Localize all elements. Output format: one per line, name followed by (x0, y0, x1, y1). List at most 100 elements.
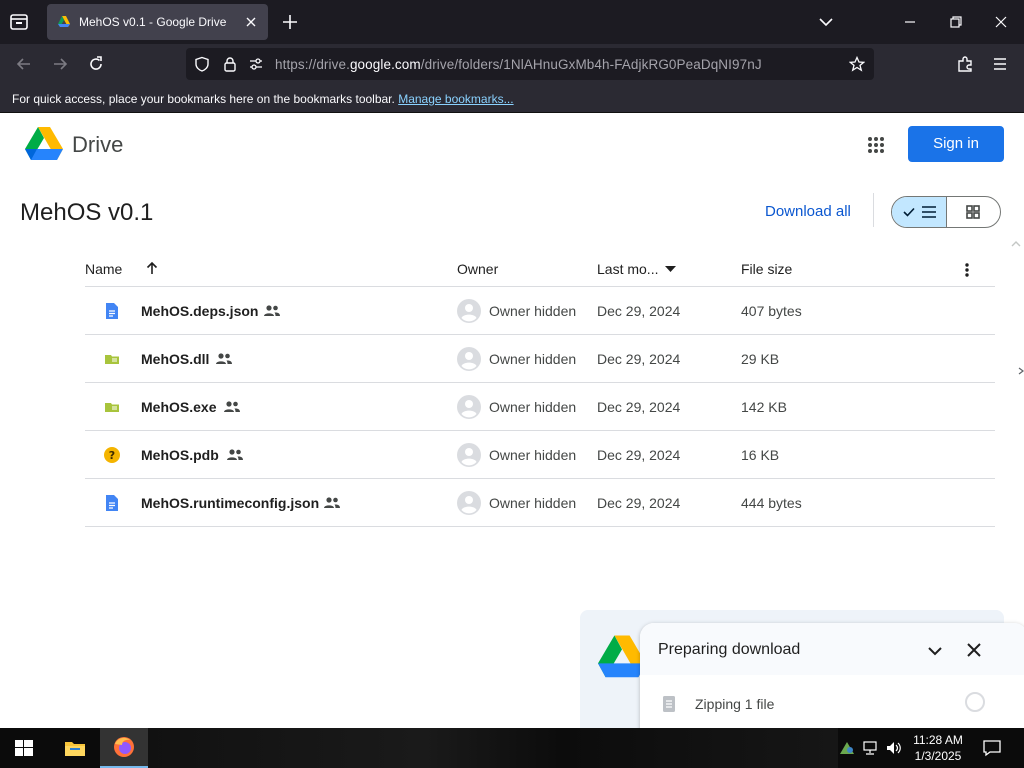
shared-people-icon (216, 353, 232, 364)
taskbar-file-explorer[interactable] (50, 728, 98, 768)
new-tab-icon[interactable] (280, 12, 300, 32)
close-icon[interactable] (965, 641, 983, 659)
url-text[interactable]: https://drive.google.com/drive/folders/1… (275, 57, 762, 72)
firefox-icon (114, 737, 134, 757)
restore-window-icon[interactable] (946, 12, 966, 32)
collapse-chevron-down-icon[interactable] (926, 642, 944, 660)
extensions-puzzle-icon[interactable] (955, 54, 975, 74)
lock-icon[interactable] (222, 56, 238, 72)
file-row[interactable]: MehOS.dll Owner hidden Dec 29, 2024 29 K… (85, 335, 995, 383)
file-name[interactable]: MehOS.runtimeconfig.json (141, 495, 319, 511)
preparing-download-header: Preparing download (640, 623, 1024, 675)
file-row[interactable]: MehOS.runtimeconfig.json Owner hidden De… (85, 479, 995, 527)
tab-title: MehOS v0.1 - Google Drive (79, 15, 227, 29)
google-drive-logo-icon[interactable] (25, 127, 63, 161)
network-user-icon[interactable] (838, 740, 856, 756)
network-icon[interactable] (862, 740, 880, 756)
column-header-name[interactable]: Name (85, 261, 122, 277)
shared-people-icon (264, 305, 280, 316)
notifications-icon[interactable] (982, 739, 1002, 757)
drive-app-name[interactable]: Drive (72, 132, 123, 158)
bookmark-star-icon[interactable] (849, 56, 865, 72)
volume-icon[interactable] (885, 740, 903, 756)
sign-in-button[interactable]: Sign in (908, 126, 1004, 162)
file-name[interactable]: MehOS.dll (141, 351, 209, 367)
scroll-up-arrow-icon[interactable] (1010, 239, 1022, 249)
sort-dropdown-caret-icon[interactable] (665, 266, 676, 273)
permissions-icon[interactable] (248, 56, 264, 72)
list-view-button[interactable] (892, 197, 947, 227)
taskbar-firefox[interactable] (100, 728, 148, 768)
progress-spinner (965, 692, 985, 712)
reload-icon[interactable] (86, 54, 106, 74)
tab-close-icon[interactable] (243, 14, 259, 30)
taskbar-background (148, 728, 838, 768)
column-header-file-size: File size (741, 261, 793, 277)
doc-icon (106, 303, 118, 319)
minimize-window-icon[interactable] (900, 12, 920, 32)
shared-people-icon (227, 449, 243, 460)
clock-date: 1/3/2025 (914, 749, 962, 763)
owner-avatar-icon (457, 491, 481, 515)
file-modified: Dec 29, 2024 (597, 351, 681, 367)
grid-view-icon (966, 205, 980, 219)
list-view-icon (922, 206, 936, 218)
column-header-owner: Owner (457, 261, 499, 277)
toolbar-divider (873, 193, 874, 227)
file-size: 444 bytes (741, 495, 802, 511)
file-size: 29 KB (741, 351, 780, 367)
sort-ascending-arrow-icon[interactable] (145, 260, 159, 276)
file-owner: Owner hidden (489, 399, 577, 415)
zipping-status: Zipping 1 file (695, 696, 775, 712)
file-modified: Dec 29, 2024 (597, 399, 681, 415)
browser-nav-bar: https://drive.google.com/drive/folders/1… (0, 44, 1024, 84)
windows-logo-icon (15, 740, 33, 756)
bookmarks-toolbar-message: For quick access, place your bookmarks h… (12, 92, 395, 106)
file-list-header: Name Owner Last mo... File size (85, 253, 995, 287)
browser-tab-bar: MehOS v0.1 - Google Drive (0, 0, 1024, 44)
owner-avatar-icon (457, 299, 481, 323)
file-modified: Dec 29, 2024 (597, 303, 681, 319)
folder-icon (65, 742, 85, 756)
file-owner: Owner hidden (489, 303, 577, 319)
download-all-button[interactable]: Download all (765, 203, 851, 220)
tracking-protection-shield-icon[interactable] (194, 56, 210, 72)
binary-file-icon (105, 355, 119, 364)
column-header-last-modified[interactable]: Last mo... (597, 261, 658, 277)
hamburger-menu-icon[interactable] (990, 54, 1010, 74)
firefox-view-icon[interactable] (8, 11, 30, 33)
file-name[interactable]: MehOS.pdb (141, 447, 219, 463)
binary-file-icon (105, 403, 119, 412)
file-size: 16 KB (741, 447, 780, 463)
file-row[interactable]: MehOS.deps.json Owner hidden Dec 29, 202… (85, 287, 995, 335)
address-bar[interactable]: https://drive.google.com/drive/folders/1… (186, 48, 874, 80)
zip-file-icon (663, 696, 675, 712)
doc-icon (106, 495, 118, 511)
grid-view-button[interactable] (947, 197, 1000, 227)
browser-tab-active[interactable]: MehOS v0.1 - Google Drive (47, 4, 268, 40)
file-size: 407 bytes (741, 303, 802, 319)
close-window-icon[interactable] (991, 12, 1011, 32)
manage-bookmarks-link[interactable]: Manage bookmarks... (398, 92, 513, 106)
shared-people-icon (224, 401, 240, 412)
start-button[interactable] (0, 728, 48, 768)
owner-avatar-icon (457, 395, 481, 419)
file-row[interactable]: ? MehOS.pdb Owner hidden Dec 29, 2024 16… (85, 431, 995, 479)
svg-text:?: ? (109, 449, 115, 462)
more-options-vertical-icon[interactable] (963, 262, 971, 278)
folder-title: MehOS v0.1 (20, 199, 154, 226)
taskbar-clock[interactable]: 11:28 AM 1/3/2025 (906, 732, 970, 764)
file-row[interactable]: MehOS.exe Owner hidden Dec 29, 2024 142 … (85, 383, 995, 431)
scroll-right-arrow-icon[interactable] (1018, 366, 1024, 376)
clock-time: 11:28 AM (913, 733, 963, 747)
forward-arrow-icon[interactable] (50, 54, 70, 74)
list-all-tabs-chevron-icon[interactable] (816, 12, 836, 32)
file-name[interactable]: MehOS.exe (141, 399, 216, 415)
file-owner: Owner hidden (489, 351, 577, 367)
file-owner: Owner hidden (489, 447, 577, 463)
file-name[interactable]: MehOS.deps.json (141, 303, 258, 319)
bookmarks-toolbar: For quick access, place your bookmarks h… (0, 84, 1024, 113)
back-arrow-icon[interactable] (14, 54, 34, 74)
google-apps-grid-icon[interactable] (866, 135, 886, 155)
preparing-download-dialog: Preparing download Zipping 1 file (640, 623, 1024, 728)
